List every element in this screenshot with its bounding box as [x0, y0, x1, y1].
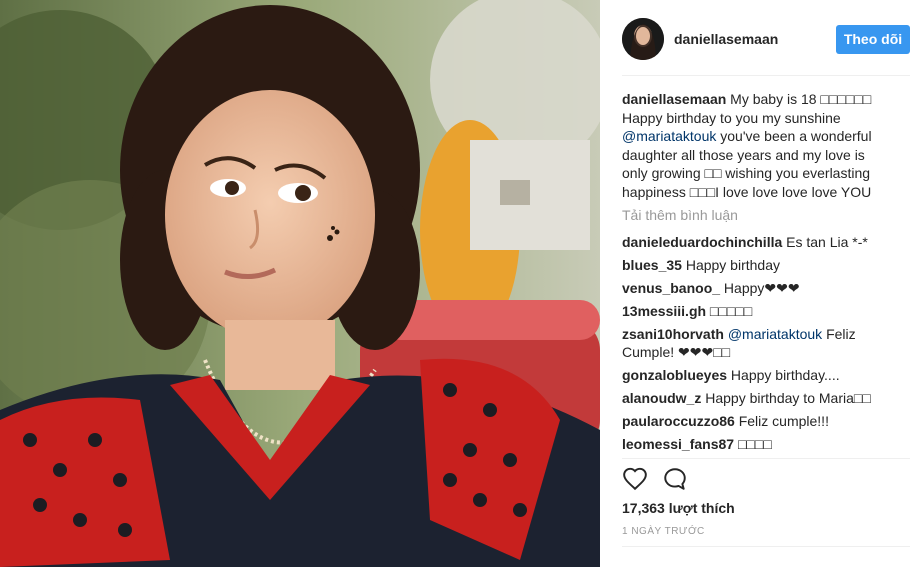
bottom-divider	[622, 546, 910, 547]
actions-divider	[622, 458, 910, 459]
comments-list: danieleduardochinchilla Es tan Lia *-* b…	[622, 233, 897, 458]
comment-username[interactable]: danieleduardochinchilla	[622, 234, 782, 250]
post-timestamp[interactable]: 1 NGÀY TRƯỚC	[622, 526, 705, 537]
comment-username[interactable]: paularoccuzzo86	[622, 413, 735, 429]
comment-text: Feliz cumple!!!	[734, 413, 829, 429]
comment-item: blues_35 Happy birthday	[622, 256, 897, 274]
comment-text: Happy birthday....	[727, 367, 840, 383]
comment-username[interactable]: gonzaloblueyes	[622, 367, 727, 383]
heart-outline-icon[interactable]	[622, 466, 648, 492]
comment-username[interactable]: zsani10horvath	[622, 326, 724, 342]
post-caption: daniellasemaan My baby is 18 □□□□□□ Happ…	[622, 90, 882, 201]
post-photo[interactable]	[0, 0, 600, 567]
avatar-image	[622, 18, 664, 60]
comment-item: 13messiii.gh □□□□□	[622, 302, 897, 320]
comment-username[interactable]: 13messiii.gh	[622, 303, 706, 319]
load-more-comments[interactable]: Tải thêm bình luận	[622, 207, 738, 223]
follow-button[interactable]: Theo dõi	[836, 25, 910, 54]
comment-text: Happy birthday	[681, 257, 780, 273]
speech-bubble-icon[interactable]	[662, 466, 688, 492]
comment-item: paularoccuzzo86 Feliz cumple!!!	[622, 412, 897, 430]
avatar[interactable]	[622, 18, 664, 60]
comment-item: leomessi_fans87 □□□□	[622, 435, 897, 453]
comment-text: Es tan Lia *-*	[782, 234, 868, 250]
comment-username[interactable]: blues_35	[622, 257, 682, 273]
comment-item: danieleduardochinchilla Es tan Lia *-*	[622, 233, 897, 251]
post-sidebar: daniellasemaan Theo dõi daniellasemaan M…	[600, 0, 917, 567]
comment-item: zsani10horvath @mariataktouk Feliz Cumpl…	[622, 325, 897, 361]
comment-item: alanoudw_z Happy birthday to Maria□□	[622, 389, 897, 407]
post-author-username[interactable]: daniellasemaan	[674, 31, 778, 47]
comment-username[interactable]: leomessi_fans87	[622, 436, 734, 452]
caption-username[interactable]: daniellasemaan	[622, 91, 726, 107]
comment-text: Happy❤❤❤	[720, 280, 800, 296]
post-header: daniellasemaan Theo dõi	[622, 16, 910, 64]
photo-image	[0, 0, 600, 567]
action-bar	[622, 466, 722, 492]
comment-item: gonzaloblueyes Happy birthday....	[622, 366, 897, 384]
like-count[interactable]: 17,363 lượt thích	[622, 500, 735, 516]
comment-mention[interactable]: @mariataktouk	[724, 326, 822, 342]
comment-username[interactable]: alanoudw_z	[622, 390, 701, 406]
comment-text: Happy birthday to Maria□□	[701, 390, 871, 406]
comment-text: □□□□	[734, 436, 772, 452]
caption-mention[interactable]: @mariataktouk	[622, 128, 716, 144]
comment-item: venus_banoo_ Happy❤❤❤	[622, 279, 897, 297]
comment-text: □□□□□	[706, 303, 753, 319]
comment-username[interactable]: venus_banoo_	[622, 280, 720, 296]
header-divider	[622, 75, 910, 76]
